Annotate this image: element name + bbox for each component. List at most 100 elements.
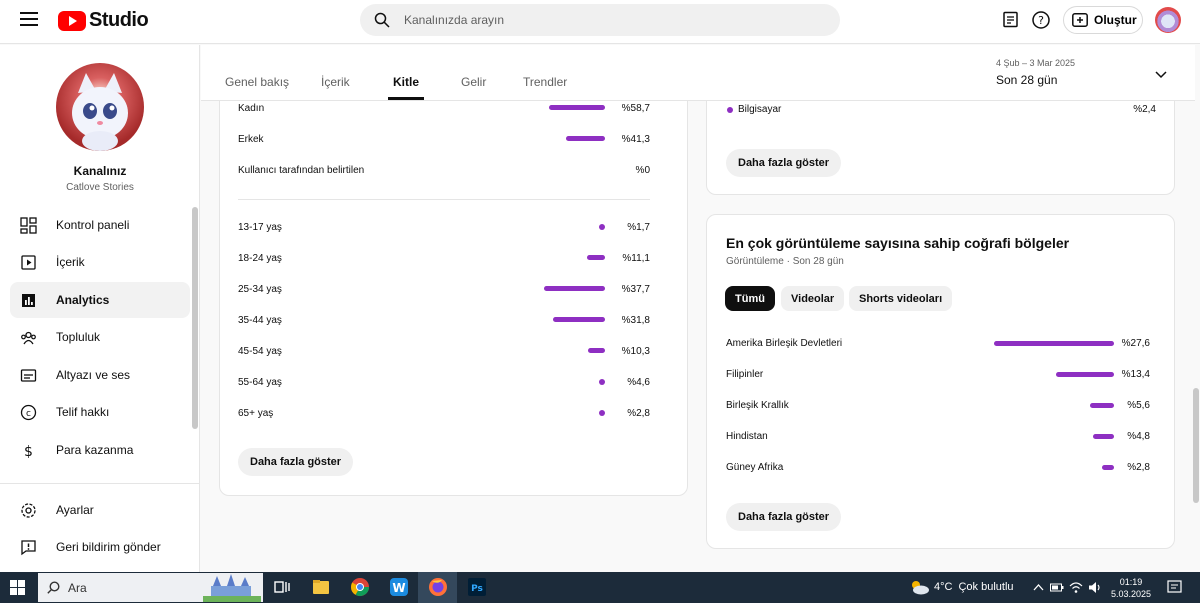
age-bar [599,378,605,385]
task-view-icon[interactable] [272,577,292,597]
taskbar-weather[interactable]: 4°C Çok bulutlu [908,579,1014,595]
age-value: %37,7 [621,284,650,295]
taskbar-clock[interactable]: 01:19 5.03.2025 [1108,576,1154,600]
hamburger-menu-icon[interactable] [20,12,38,26]
chevron-up-icon[interactable] [1033,582,1044,593]
active-tab-indicator [388,97,424,100]
search-icon [374,12,390,28]
tab-trends[interactable]: Trendler [523,75,567,89]
age-bar [553,317,605,322]
sidebar-item-label: Altyazı ve ses [56,368,131,382]
search-icon [47,581,60,594]
geo-row-value: %27,6 [1121,338,1150,349]
gender-bar [549,105,605,110]
sidebar-divider [0,483,199,484]
taskbar-search-label: Ara [68,581,87,595]
geo-bar [993,341,1114,346]
svg-text:Ps: Ps [471,584,483,594]
sidebar-item-analytics[interactable]: Analytics [10,282,190,318]
geo-bar [1055,372,1114,377]
main-scrollbar[interactable] [1193,388,1199,503]
help-icon[interactable]: ? [1031,10,1051,30]
geo-title: En çok görüntüleme sayısına sahip coğraf… [726,235,1070,251]
create-button[interactable]: Oluştur [1063,6,1143,34]
photoshop-icon[interactable]: Ps [467,577,487,597]
svg-text:W: W [392,581,405,595]
geo-row-label: Birleşik Krallık [726,400,789,411]
notifications-icon[interactable] [1167,580,1182,595]
geo-row-label: Amerika Birleşik Devletleri [726,338,843,349]
gender-value: %41,3 [621,134,650,145]
firefox-icon[interactable] [428,577,448,597]
date-period[interactable]: Son 28 gün [996,73,1057,87]
wifi-icon[interactable] [1069,581,1083,594]
sidebar-item-copyright[interactable]: c Telif hakkı [10,394,190,430]
sidebar-item-monetization[interactable]: $ Para kazanma [10,432,190,468]
age-label: 55-64 yaş [238,377,282,388]
community-icon [21,331,36,345]
age-bar [599,223,605,230]
chip-all[interactable]: Tümü [725,286,775,311]
sidebar-item-subtitles[interactable]: Altyazı ve ses [10,357,190,393]
file-explorer-icon[interactable] [311,577,331,597]
chip-shorts[interactable]: Shorts videoları [849,286,953,311]
feedback-icon [21,540,36,556]
chip-videos[interactable]: Videolar [781,286,845,311]
sidebar-item-settings[interactable]: Ayarlar [10,492,190,528]
sidebar-item-community[interactable]: Topluluk [10,319,190,355]
geo-row-label: Güney Afrika [726,462,784,473]
castle-illustration-icon [203,574,261,602]
tab-content[interactable]: İçerik [321,75,350,89]
battery-icon[interactable] [1050,582,1064,593]
sidebar-item-label: Kontrol paneli [56,218,130,232]
report-icon[interactable] [1001,10,1021,30]
show-more-button[interactable]: Daha fazla göster [238,448,354,476]
date-range: 4 Şub – 3 Mar 2025 [996,58,1076,68]
age-bar [588,348,605,353]
tab-revenue[interactable]: Gelir [461,75,486,89]
sidebar: Kanalınız Catlove Stories Kontrol paneli… [0,45,200,572]
taskbar-search[interactable]: Ara [38,573,263,602]
sidebar-item-dashboard[interactable]: Kontrol paneli [10,207,190,243]
gender-label: Kadın [238,103,265,114]
age-value: %4,6 [627,377,650,388]
geo-row-value: %2,8 [1127,462,1150,473]
geo-row-value: %13,4 [1121,369,1150,380]
channel-avatar[interactable] [56,63,144,151]
show-more-button[interactable]: Daha fazla göster [726,503,842,531]
sidebar-item-label: Geri bildirim gönder [56,540,161,554]
search-input[interactable] [404,4,824,36]
chevron-down-icon[interactable] [1154,67,1168,81]
svg-text:c: c [26,409,31,419]
sidebar-item-feedback[interactable]: Geri bildirim gönder [10,529,190,565]
tab-overview[interactable]: Genel bakış [225,75,289,89]
windows-start-icon[interactable] [10,580,25,595]
volume-icon[interactable] [1088,581,1102,594]
chrome-icon[interactable] [350,577,370,597]
sidebar-scrollbar[interactable] [192,207,198,429]
search-box[interactable] [360,4,840,36]
age-label: 18-24 yaş [238,253,282,264]
age-value: %2,8 [627,408,650,419]
sidebar-item-label: Para kazanma [56,443,134,457]
clock-time: 01:19 [1119,577,1143,587]
geo-row-label: Filipinler [726,369,764,380]
show-more-button[interactable]: Daha fazla göster [726,149,842,177]
sidebar-item-label: Ayarlar [56,503,94,517]
device-label: Bilgisayar [738,104,782,115]
logo-text: Studio [89,9,149,31]
account-avatar[interactable] [1155,7,1181,33]
age-label: 25-34 yaş [238,284,282,295]
age-label: 65+ yaş [238,408,274,419]
editor-app-icon[interactable]: W [389,577,409,597]
section-divider [238,199,650,200]
device-dot [727,107,733,113]
studio-logo[interactable]: Studio [58,9,149,32]
gender-bar [565,136,605,141]
age-label: 45-54 yaş [238,346,282,357]
weather-temp: 4°C [934,581,953,593]
tab-audience[interactable]: Kitle [393,75,419,89]
sidebar-item-content[interactable]: İçerik [10,244,190,280]
age-label: 13-17 yaş [238,222,282,233]
demographics-card: Kadın %58,7 Erkek %41,3 Kullanıcı tarafı… [219,60,688,496]
